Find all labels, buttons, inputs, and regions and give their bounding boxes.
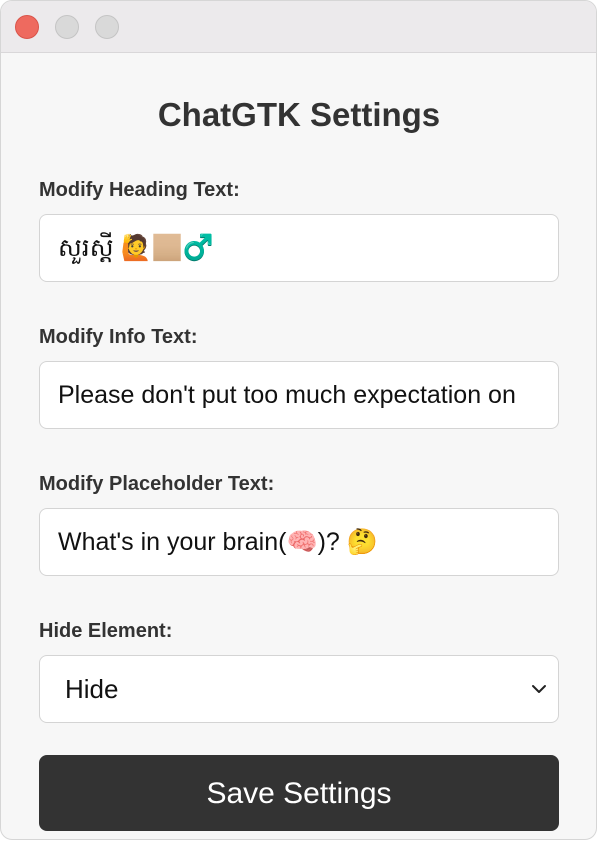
hide-element-selected-value: Hide [65, 674, 119, 704]
settings-form: ChatGTK Settings Modify Heading Text: សួ… [39, 53, 559, 831]
info-text-label: Modify Info Text: [39, 326, 198, 348]
placeholder-text-input[interactable]: What's in your brain(🧠)? 🤔 [39, 508, 559, 576]
hide-element-label: Hide Element: [39, 620, 173, 642]
hide-element-select[interactable]: Hide [39, 655, 559, 723]
heading-text-input[interactable]: សួរស្តី 🙋🏼‍♂️ [39, 214, 559, 282]
save-settings-button[interactable]: Save Settings [39, 755, 559, 831]
title-bar [1, 1, 596, 53]
settings-window: ChatGTK Settings Modify Heading Text: សួ… [0, 0, 597, 840]
minimize-window-button[interactable] [55, 15, 79, 39]
close-window-button[interactable] [15, 15, 39, 39]
maximize-window-button[interactable] [95, 15, 119, 39]
page-title: ChatGTK Settings [157, 96, 441, 133]
info-text-input[interactable]: Please don't put too much expectation on [39, 361, 559, 429]
heading-text-label: Modify Heading Text: [39, 179, 240, 201]
placeholder-text-label: Modify Placeholder Text: [39, 473, 275, 495]
chevron-down-icon [532, 685, 546, 693]
